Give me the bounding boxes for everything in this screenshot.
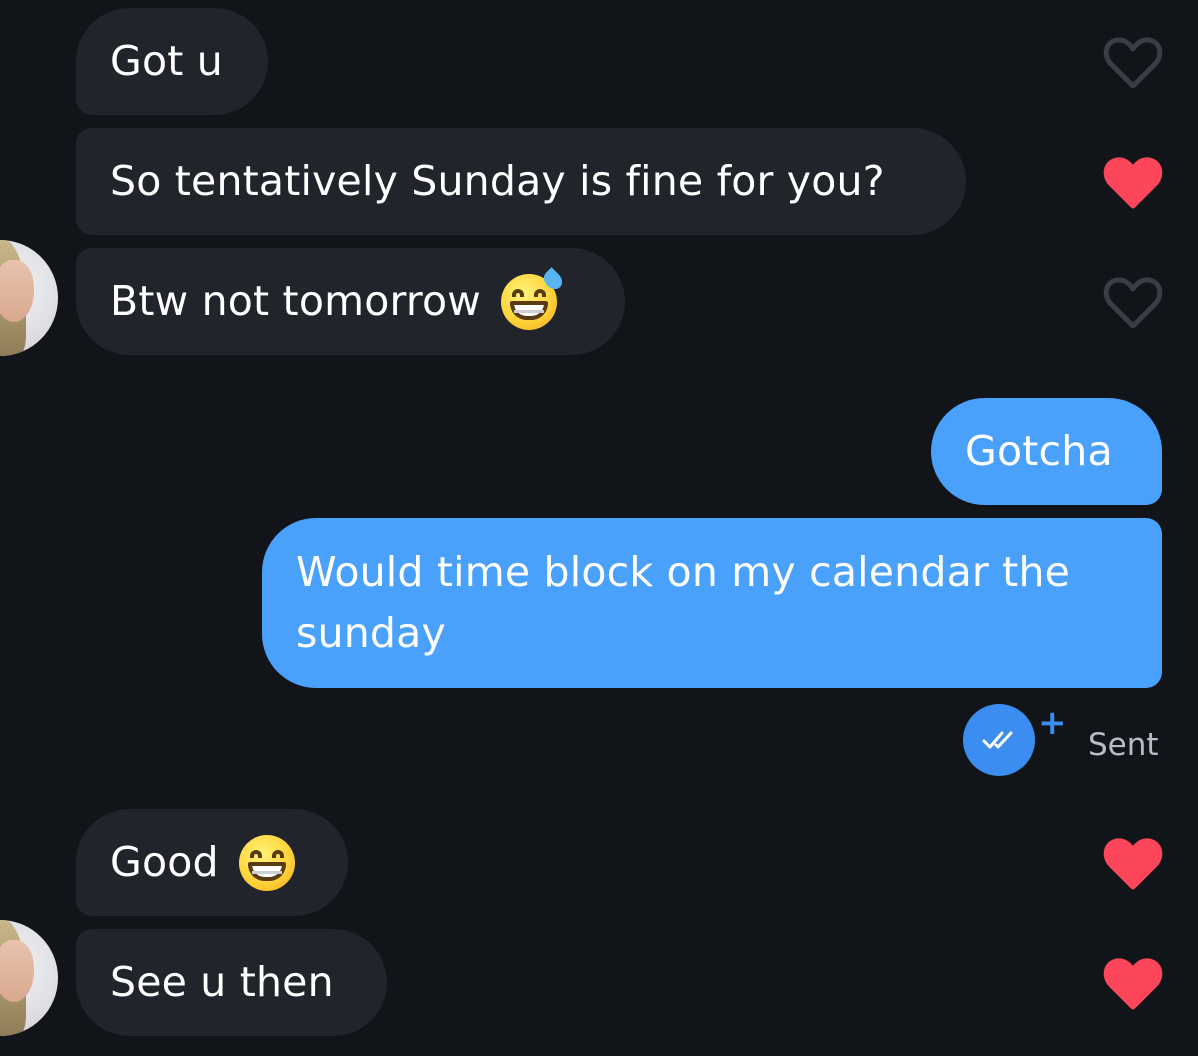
message-text-line: Would time block on my calendar the bbox=[296, 548, 1071, 596]
message-text: Got u bbox=[110, 37, 223, 85]
contact-avatar[interactable] bbox=[0, 920, 58, 1036]
message-bubble-outgoing[interactable]: Gotcha bbox=[931, 398, 1162, 505]
message-text: So tentatively Sunday is fine for you? bbox=[110, 157, 885, 205]
like-heart-icon[interactable] bbox=[1103, 36, 1163, 90]
message-text-line: sunday bbox=[296, 609, 446, 657]
message-bubble-incoming[interactable]: So tentatively Sunday is fine for you? bbox=[76, 128, 966, 235]
message-bubble-incoming[interactable]: Got u bbox=[76, 8, 268, 115]
liked-heart-icon[interactable] bbox=[1103, 156, 1163, 210]
message-bubble-incoming[interactable]: Good bbox=[76, 809, 348, 916]
message-text: See u then bbox=[110, 958, 334, 1006]
message-bubble-incoming[interactable]: Btw not tomorrow bbox=[76, 248, 625, 355]
message-text: Btw not tomorrow bbox=[110, 277, 482, 325]
plus-icon[interactable]: + bbox=[1038, 706, 1067, 740]
like-heart-icon[interactable] bbox=[1103, 276, 1163, 330]
message-text: Gotcha bbox=[965, 427, 1113, 475]
message-bubble-outgoing[interactable]: Would time block on my calendar the sund… bbox=[262, 518, 1162, 688]
message-text: Good bbox=[110, 838, 219, 886]
grinning-face-emoji bbox=[238, 834, 295, 891]
message-bubble-incoming[interactable]: See u then bbox=[76, 929, 387, 1036]
contact-avatar[interactable] bbox=[0, 240, 58, 356]
liked-heart-icon[interactable] bbox=[1103, 957, 1163, 1011]
liked-heart-icon[interactable] bbox=[1103, 837, 1163, 891]
grinning-face-with-sweat-emoji bbox=[501, 266, 566, 330]
sent-status-label: Sent bbox=[1088, 727, 1159, 763]
read-receipt-icon bbox=[963, 704, 1035, 776]
